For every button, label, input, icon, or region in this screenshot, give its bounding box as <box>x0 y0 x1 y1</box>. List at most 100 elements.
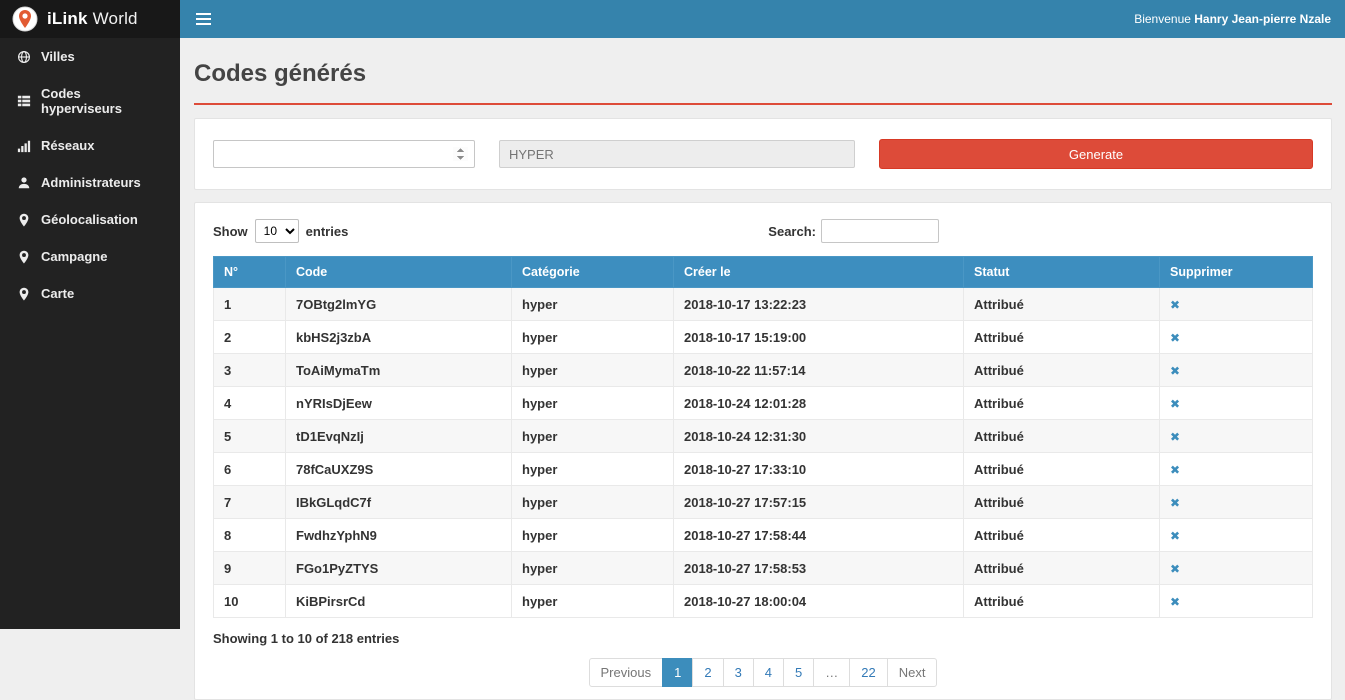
table-row: 8 FwdhzYphN9 hyper 2018-10-27 17:58:44 A… <box>214 519 1313 552</box>
brand-logo-box[interactable]: iLink World <box>0 0 180 38</box>
row-code: nYRIsDjEew <box>286 387 512 420</box>
sidebar-item-label: Géolocalisation <box>41 212 138 227</box>
row-number: 2 <box>214 321 286 354</box>
sidebar-item-label: Administrateurs <box>41 175 141 190</box>
sidebar-item-carte[interactable]: Carte <box>0 275 180 312</box>
codes-table-panel: Show 10 entries Search: N° Code Catégori… <box>194 202 1332 700</box>
entries-label: entries <box>306 224 349 239</box>
pagination-page-5[interactable]: 5 <box>783 658 814 687</box>
row-created: 2018-10-17 15:19:00 <box>674 321 964 354</box>
pagination-next[interactable]: Next <box>887 658 938 687</box>
row-number: 8 <box>214 519 286 552</box>
row-status: Attribué <box>964 585 1160 618</box>
row-number: 6 <box>214 453 286 486</box>
row-code: FGo1PyZTYS <box>286 552 512 585</box>
sidebar-item-codes-hyperviseurs[interactable]: Codes hyperviseurs <box>0 75 180 127</box>
brand-bold: iLink <box>47 9 88 28</box>
table-row: 9 FGo1PyZTYS hyper 2018-10-27 17:58:53 A… <box>214 552 1313 585</box>
row-category: hyper <box>512 354 674 387</box>
generate-button[interactable]: Generate <box>879 139 1313 169</box>
row-delete-cell: ✖ <box>1160 453 1313 486</box>
globe-icon <box>16 49 31 64</box>
pagination-page-4[interactable]: 4 <box>753 658 784 687</box>
welcome-message: Bienvenue Hanry Jean-pierre Nzale <box>1134 12 1331 26</box>
row-delete-cell: ✖ <box>1160 552 1313 585</box>
sidebar-item-villes[interactable]: Villes <box>0 38 180 75</box>
row-delete-cell: ✖ <box>1160 585 1313 618</box>
pagination-page-3[interactable]: 3 <box>723 658 754 687</box>
delete-icon[interactable]: ✖ <box>1170 529 1180 543</box>
sidebar-item-administrateurs[interactable]: Administrateurs <box>0 164 180 201</box>
row-created: 2018-10-27 17:57:15 <box>674 486 964 519</box>
column-header-number[interactable]: N° <box>214 257 286 288</box>
sidebar-item-label: Campagne <box>41 249 107 264</box>
row-category: hyper <box>512 288 674 321</box>
delete-icon[interactable]: ✖ <box>1170 562 1180 576</box>
delete-icon[interactable]: ✖ <box>1170 595 1180 609</box>
hamburger-menu-icon[interactable] <box>194 9 213 29</box>
sidebar-item-geolocalisation[interactable]: Géolocalisation <box>0 201 180 238</box>
table-row: 1 7OBtg2lmYG hyper 2018-10-17 13:22:23 A… <box>214 288 1313 321</box>
user-icon <box>16 175 31 190</box>
row-status: Attribué <box>964 354 1160 387</box>
sidebar-item-campagne[interactable]: Campagne <box>0 238 180 275</box>
delete-icon[interactable]: ✖ <box>1170 397 1180 411</box>
page-size-select[interactable]: 10 <box>255 219 299 243</box>
sidebar: Villes Codes hyperviseurs Réseaux Admini… <box>0 38 180 629</box>
row-created: 2018-10-27 17:58:44 <box>674 519 964 552</box>
delete-icon[interactable]: ✖ <box>1170 331 1180 345</box>
codes-count-input[interactable] <box>213 140 475 168</box>
search-input[interactable] <box>821 219 939 243</box>
row-category: hyper <box>512 585 674 618</box>
row-delete-cell: ✖ <box>1160 354 1313 387</box>
title-divider <box>194 103 1332 105</box>
pagination: Previous 1 2 3 4 5 … 22 Next <box>589 658 938 687</box>
table-row: 6 78fCaUXZ9S hyper 2018-10-27 17:33:10 A… <box>214 453 1313 486</box>
sidebar-item-reseaux[interactable]: Réseaux <box>0 127 180 164</box>
generate-form-row: Generate <box>213 139 1313 169</box>
pagination-page-1[interactable]: 1 <box>662 658 693 687</box>
column-header-status[interactable]: Statut <box>964 257 1160 288</box>
row-code: kbHS2j3zbA <box>286 321 512 354</box>
row-number: 5 <box>214 420 286 453</box>
delete-icon[interactable]: ✖ <box>1170 364 1180 378</box>
table-row: 4 nYRIsDjEew hyper 2018-10-24 12:01:28 A… <box>214 387 1313 420</box>
table-header-row: N° Code Catégorie Créer le Statut Suppri… <box>214 257 1313 288</box>
map-marker-icon <box>16 286 31 301</box>
delete-icon[interactable]: ✖ <box>1170 463 1180 477</box>
pagination-page-2[interactable]: 2 <box>692 658 723 687</box>
delete-icon[interactable]: ✖ <box>1170 430 1180 444</box>
row-code: FwdhzYphN9 <box>286 519 512 552</box>
row-category: hyper <box>512 420 674 453</box>
row-status: Attribué <box>964 519 1160 552</box>
pagination-page-22[interactable]: 22 <box>849 658 887 687</box>
row-code: 78fCaUXZ9S <box>286 453 512 486</box>
table-controls: Show 10 entries Search: <box>213 219 1313 243</box>
row-status: Attribué <box>964 552 1160 585</box>
user-name: Hanry Jean-pierre Nzale <box>1194 12 1331 26</box>
row-category: hyper <box>512 552 674 585</box>
search-group: Search: <box>768 219 939 243</box>
pagination-previous[interactable]: Previous <box>589 658 664 687</box>
row-status: Attribué <box>964 288 1160 321</box>
column-header-delete[interactable]: Supprimer <box>1160 257 1313 288</box>
welcome-prefix: Bienvenue <box>1134 12 1191 26</box>
row-category: hyper <box>512 387 674 420</box>
pagination-row: Previous 1 2 3 4 5 … 22 Next <box>213 656 1313 687</box>
sidebar-item-label: Codes hyperviseurs <box>41 86 164 116</box>
delete-icon[interactable]: ✖ <box>1170 298 1180 312</box>
row-created: 2018-10-22 11:57:14 <box>674 354 964 387</box>
row-code: IBkGLqdC7f <box>286 486 512 519</box>
delete-icon[interactable]: ✖ <box>1170 496 1180 510</box>
row-created: 2018-10-27 18:00:04 <box>674 585 964 618</box>
row-created: 2018-10-24 12:01:28 <box>674 387 964 420</box>
row-number: 1 <box>214 288 286 321</box>
column-header-code[interactable]: Code <box>286 257 512 288</box>
row-number: 7 <box>214 486 286 519</box>
column-header-created[interactable]: Créer le <box>674 257 964 288</box>
row-status: Attribué <box>964 453 1160 486</box>
sidebar-item-label: Carte <box>41 286 74 301</box>
column-header-category[interactable]: Catégorie <box>512 257 674 288</box>
table-summary: Showing 1 to 10 of 218 entries <box>213 631 1313 646</box>
row-created: 2018-10-27 17:33:10 <box>674 453 964 486</box>
